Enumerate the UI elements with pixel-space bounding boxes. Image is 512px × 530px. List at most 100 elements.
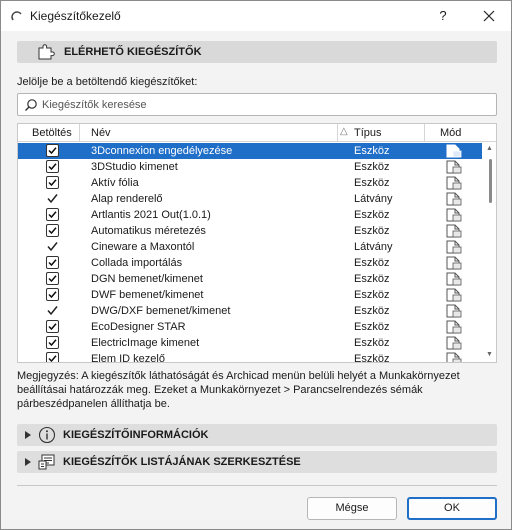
list-row[interactable]: Cineware a Maxontól Látvány <box>18 239 482 255</box>
list-row[interactable]: ElectricImage kimenet Eszköz <box>18 335 482 351</box>
addon-type: Eszköz <box>354 225 390 237</box>
addon-name: Aktív fólia <box>91 177 139 189</box>
module-file-icon[interactable] <box>445 223 463 239</box>
puzzle-icon <box>38 44 55 60</box>
search-box[interactable] <box>17 93 497 116</box>
addon-type: Eszköz <box>354 273 390 285</box>
module-file-icon[interactable] <box>445 207 463 223</box>
expand-arrow-icon[interactable] <box>24 457 32 467</box>
column-mod[interactable]: Mód <box>440 127 461 139</box>
available-addons-header: ELÉRHETŐ KIEGÉSZÍTŐK <box>17 41 497 63</box>
addon-name: Cineware a Maxontól <box>91 241 195 253</box>
module-file-icon[interactable] <box>445 303 463 319</box>
scroll-thumb[interactable] <box>489 159 492 203</box>
addon-type: Eszköz <box>354 145 390 157</box>
column-type[interactable]: Típus <box>354 127 382 139</box>
load-checkbox[interactable] <box>46 256 60 270</box>
module-file-icon[interactable] <box>445 239 463 255</box>
load-checkbox[interactable] <box>46 320 60 334</box>
module-file-icon[interactable] <box>445 335 463 351</box>
addon-type: Eszköz <box>354 353 390 363</box>
footer-divider <box>17 485 497 486</box>
list-row[interactable]: 3Dconnexion engedélyezése Eszköz <box>18 143 482 159</box>
list-row[interactable]: Aktív fólia Eszköz <box>18 175 482 191</box>
module-file-icon[interactable] <box>445 143 463 159</box>
addon-name: ElectricImage kimenet <box>91 337 200 349</box>
addon-name: Automatikus méretezés <box>91 225 206 237</box>
cancel-button[interactable]: Mégse <box>307 497 397 520</box>
module-file-icon[interactable] <box>445 271 463 287</box>
addon-type: Eszköz <box>354 161 390 173</box>
module-file-icon[interactable] <box>445 319 463 335</box>
title-bar: Kiegészítőkezelő ? <box>1 1 511 31</box>
load-checkbox[interactable] <box>46 336 60 350</box>
edit-list-section[interactable]: KIEGÉSZÍTŐK LISTÁJÁNAK SZERKESZTÉSE <box>17 451 497 473</box>
list-edit-icon <box>38 454 55 470</box>
addon-name: Alap renderelő <box>91 193 163 205</box>
load-checkbox[interactable] <box>46 272 60 286</box>
module-file-icon[interactable] <box>445 159 463 175</box>
info-icon <box>38 426 56 444</box>
list-row[interactable]: Collada importálás Eszköz <box>18 255 482 271</box>
load-checkbox[interactable] <box>46 288 60 302</box>
list-row[interactable]: Alap renderelő Látvány <box>18 191 482 207</box>
help-button[interactable]: ? <box>432 5 454 27</box>
addon-type: Eszköz <box>354 257 390 269</box>
load-checkbox[interactable] <box>46 224 60 238</box>
addon-name: EcoDesigner STAR <box>91 321 186 333</box>
close-icon[interactable] <box>478 5 500 27</box>
expand-arrow-icon[interactable] <box>24 430 32 440</box>
module-file-icon[interactable] <box>445 351 463 362</box>
addon-info-section[interactable]: KIEGÉSZÍTŐINFORMÁCIÓK <box>17 424 497 446</box>
instruction-text: Jelölje be a betöltendő kiegészítőket: <box>17 76 198 88</box>
sort-up-icon: △ <box>340 126 348 137</box>
addon-type: Eszköz <box>354 177 390 189</box>
search-icon <box>25 99 37 111</box>
addon-manager-dialog: Kiegészítőkezelő ? ELÉRHETŐ KIEGÉSZÍTŐK … <box>0 0 512 530</box>
load-checkbox[interactable] <box>46 160 60 174</box>
search-input[interactable] <box>40 96 490 113</box>
load-checkbox[interactable] <box>46 208 60 222</box>
list-scrollbar[interactable]: ▲ ▼ <box>484 143 496 362</box>
load-checkbox[interactable] <box>46 144 60 158</box>
addon-name: Collada importálás <box>91 257 183 269</box>
checkmark-icon[interactable] <box>46 304 60 318</box>
load-checkbox[interactable] <box>46 176 60 190</box>
list-row[interactable]: Elem ID kezelő Eszköz <box>18 351 482 363</box>
list-row[interactable]: DWF bemenet/kimenet Eszköz <box>18 287 482 303</box>
addon-name: Elem ID kezelő <box>91 353 165 363</box>
window-title: Kiegészítőkezelő <box>30 9 121 23</box>
module-file-icon[interactable] <box>445 175 463 191</box>
list-row[interactable]: DGN bemenet/kimenet Eszköz <box>18 271 482 287</box>
addon-type: Eszköz <box>354 337 390 349</box>
module-file-icon[interactable] <box>445 287 463 303</box>
addon-name: DWF bemenet/kimenet <box>91 289 204 301</box>
addon-type: Eszköz <box>354 209 390 221</box>
column-divider <box>337 124 338 142</box>
scroll-down-icon[interactable]: ▼ <box>486 351 493 358</box>
section-title: KIEGÉSZÍTŐK LISTÁJÁNAK SZERKESZTÉSE <box>63 456 301 468</box>
load-checkbox[interactable] <box>46 352 60 362</box>
column-divider <box>424 124 425 142</box>
ok-button[interactable]: OK <box>407 497 497 520</box>
addon-name: DWG/DXF bemenet/kimenet <box>91 305 231 317</box>
column-divider <box>79 124 80 142</box>
module-file-icon[interactable] <box>445 191 463 207</box>
list-row[interactable]: Artlantis 2021 Out(1.0.1) Eszköz <box>18 207 482 223</box>
checkmark-icon[interactable] <box>46 192 60 206</box>
list-row[interactable]: Automatikus méretezés Eszköz <box>18 223 482 239</box>
list-row[interactable]: DWG/DXF bemenet/kimenet Eszköz <box>18 303 482 319</box>
section-title: ELÉRHETŐ KIEGÉSZÍTŐK <box>64 46 202 58</box>
module-file-icon[interactable] <box>445 255 463 271</box>
list-row[interactable]: EcoDesigner STAR Eszköz <box>18 319 482 335</box>
checkmark-icon[interactable] <box>46 240 60 254</box>
addon-type: Látvány <box>354 241 393 253</box>
list-row[interactable]: 3DStudio kimenet Eszköz <box>18 159 482 175</box>
scroll-up-icon[interactable]: ▲ <box>486 145 493 152</box>
addon-type: Eszköz <box>354 321 390 333</box>
addon-name: Artlantis 2021 Out(1.0.1) <box>91 209 211 221</box>
column-name[interactable]: Név <box>91 127 111 139</box>
addon-type: Eszköz <box>354 305 390 317</box>
addon-list[interactable]: Betöltés Név △ Típus Mód 3Dconnexion eng… <box>17 123 497 363</box>
column-load[interactable]: Betöltés <box>32 127 72 139</box>
